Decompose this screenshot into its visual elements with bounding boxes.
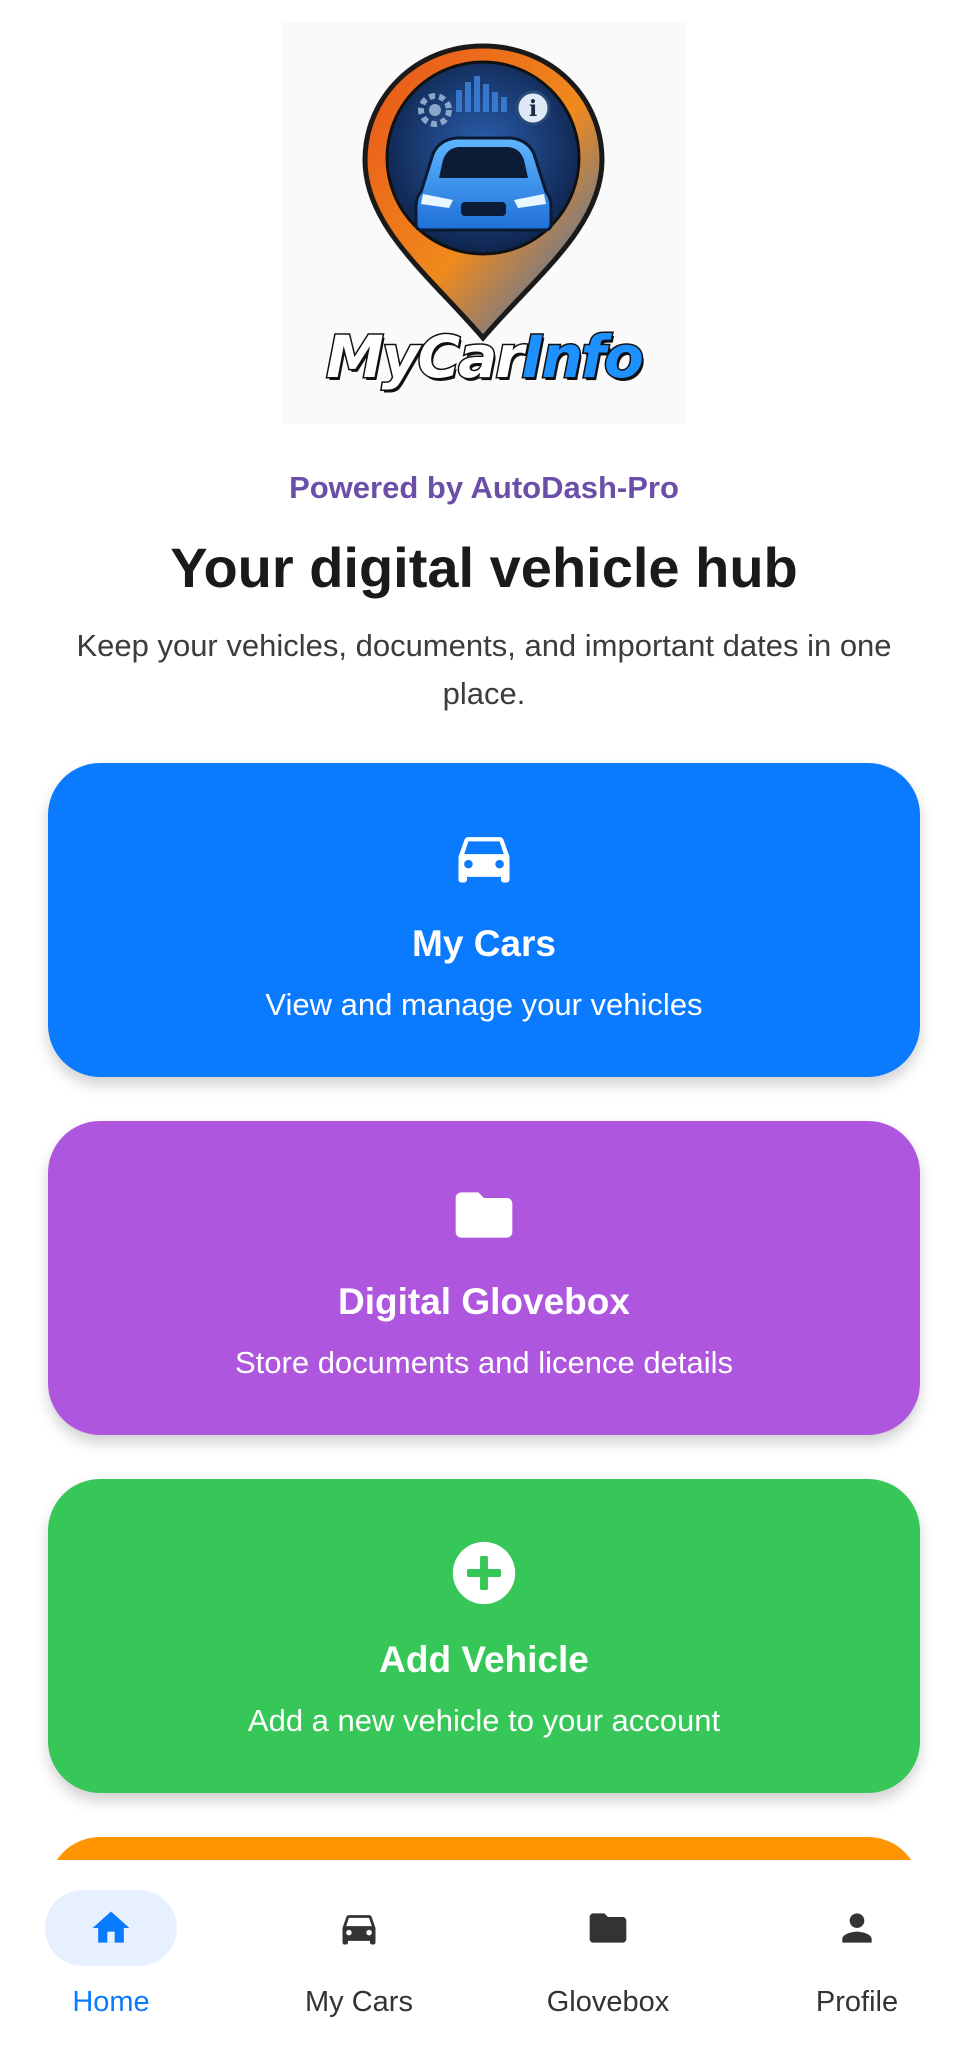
nav-item-glovebox[interactable]: Glovebox xyxy=(508,1890,708,2030)
folder-icon xyxy=(455,1192,513,1238)
svg-text:i: i xyxy=(529,96,537,122)
add-vehicle-card[interactable]: Add Vehicle Add a new vehicle to your ac… xyxy=(48,1479,920,1793)
card-title: Digital Glovebox xyxy=(338,1281,630,1322)
app-logo: i MyCarInfo xyxy=(281,22,687,424)
car-icon xyxy=(342,1915,376,1945)
my-cars-card[interactable]: My Cars View and manage your vehicles xyxy=(48,763,920,1077)
nav-item-profile[interactable]: Profile xyxy=(757,1890,957,2030)
powered-by-label: Powered by AutoDash-Pro xyxy=(289,470,679,505)
card-description: Add a new vehicle to your account xyxy=(247,1703,721,1738)
page-subtitle: Keep your vehicles, documents, and impor… xyxy=(76,628,892,711)
digital-glovebox-card[interactable]: Digital Glovebox Store documents and lic… xyxy=(48,1121,920,1435)
nav-label: My Cars xyxy=(305,1986,413,2018)
nav-label: Home xyxy=(72,1986,150,2018)
home-screen: i MyCarInfo Powered by AutoDash-Pro Your… xyxy=(0,0,968,2048)
card-title: Add Vehicle xyxy=(379,1639,589,1680)
person-icon xyxy=(842,1913,872,1943)
card-title: My Cars xyxy=(412,923,556,964)
card-description: Store documents and licence details xyxy=(234,1345,733,1380)
card-description: View and manage your vehicles xyxy=(265,987,703,1022)
nav-label: Profile xyxy=(815,1986,899,2018)
bottom-navigation: Home My Cars Glovebox Profile xyxy=(0,1860,968,2048)
home-icon xyxy=(92,1911,130,1943)
nav-item-home[interactable]: Home xyxy=(11,1890,211,2030)
logo-pin-graphic: i xyxy=(362,43,605,342)
page-title: Your digital vehicle hub xyxy=(170,536,798,599)
logo-wordmark: MyCarInfo xyxy=(325,322,646,393)
nav-label: Glovebox xyxy=(546,1986,670,2018)
car-icon xyxy=(458,837,510,883)
folder-icon xyxy=(589,1913,627,1943)
plus-circle-icon xyxy=(452,1541,516,1605)
nav-item-my-cars[interactable]: My Cars xyxy=(259,1890,459,2030)
